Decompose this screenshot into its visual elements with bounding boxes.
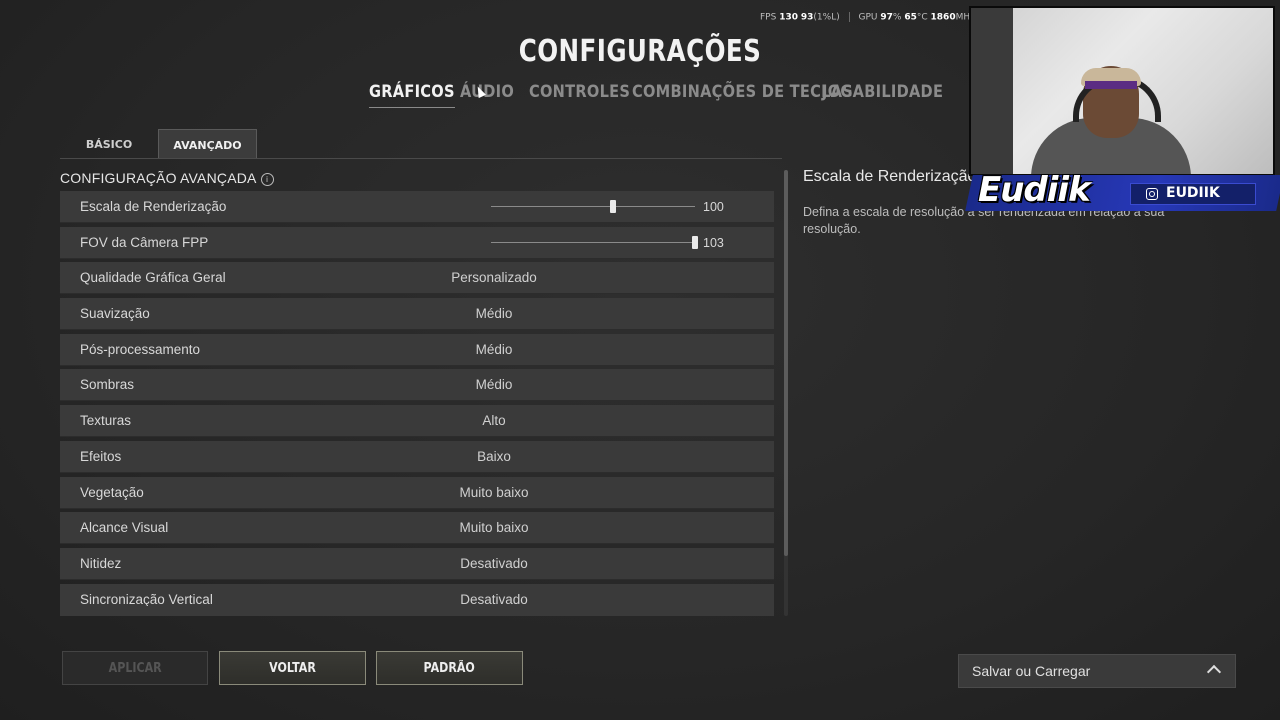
apply-button[interactable]: APLICAR [62, 651, 208, 685]
default-button[interactable]: PADRÃO [376, 651, 523, 685]
slider-thumb[interactable] [692, 235, 698, 249]
setting-label: Pós-processamento [80, 341, 201, 357]
fov-slider[interactable] [491, 235, 698, 249]
fps-label: FPS [760, 12, 777, 23]
fps-low-label: (1%L) [813, 12, 840, 23]
setting-row-overall-quality[interactable]: Qualidade Gráfica Geral Personalizado [60, 262, 774, 295]
scrollbar-thumb[interactable] [784, 170, 788, 556]
setting-value[interactable]: Personalizado [394, 262, 594, 293]
setting-label: Alcance Visual [80, 520, 169, 536]
setting-label: Texturas [80, 413, 132, 429]
setting-value[interactable]: Desativado [394, 548, 594, 579]
setting-value[interactable]: Médio [394, 369, 594, 400]
setting-row-partial [60, 606, 774, 616]
setting-value[interactable]: Alto [394, 405, 594, 436]
subtab-advanced[interactable]: AVANÇADO [158, 129, 257, 159]
gpu-usage: 97 [880, 12, 893, 23]
setting-label: Nitidez [80, 555, 122, 571]
setting-row-shadows[interactable]: Sombras Médio [60, 369, 774, 402]
performance-overlay: FPS 130 93(1%L) GPU 97% 65°C 1860MHz [760, 12, 975, 23]
tab-gameplay[interactable]: JOGABILIDADE [822, 82, 943, 102]
save-load-label: Salvar ou Carregar [972, 663, 1091, 679]
setting-value: 100 [703, 200, 724, 214]
description-title: Escala de Renderização [803, 168, 977, 185]
setting-label: Suavização [80, 306, 150, 322]
chevron-up-icon [1206, 664, 1222, 680]
fps-low-value: 93 [800, 12, 814, 23]
section-title: CONFIGURAÇÃO AVANÇADA i [60, 170, 274, 186]
setting-value[interactable]: Baixo [394, 441, 594, 472]
gpu-usage-unit: % [892, 12, 902, 23]
setting-row-sharpness[interactable]: Nitidez Desativado [60, 547, 774, 580]
tab-controls[interactable]: CONTROLES [529, 82, 630, 102]
gpu-label: GPU [858, 12, 878, 23]
perf-divider [848, 12, 850, 22]
setting-row-view-distance[interactable]: Alcance Visual Muito baixo [60, 512, 774, 545]
back-button[interactable]: VOLTAR [219, 651, 366, 685]
setting-label: Vegetação [80, 484, 144, 500]
slider-thumb[interactable] [610, 200, 617, 213]
setting-row-effects[interactable]: Efeitos Baixo [60, 440, 774, 473]
setting-row-foliage[interactable]: Vegetação Muito baixo [60, 476, 774, 509]
setting-value[interactable]: Muito baixo [394, 512, 594, 543]
settings-list: Escala de Renderização 100 FOV da Câmera… [60, 191, 774, 619]
tab-keybindings[interactable]: COMBINAÇÕES DE TECLAS [632, 82, 853, 102]
save-load-dropdown[interactable]: Salvar ou Carregar [958, 654, 1236, 688]
section-title-label: CONFIGURAÇÃO AVANÇADA [60, 170, 257, 186]
gpu-temp-unit: °C [916, 12, 928, 23]
social-handle: EUDIIK [1166, 185, 1220, 201]
setting-row-fov[interactable]: FOV da Câmera FPP 103 [60, 226, 774, 259]
setting-row-antialiasing[interactable]: Suavização Médio [60, 298, 774, 331]
fps-value: 130 [779, 12, 798, 23]
subtab-divider [60, 158, 782, 159]
webcam-wall [971, 8, 1013, 174]
setting-row-render-scale[interactable]: Escala de Renderização 100 [60, 191, 774, 223]
apply-button-label: APLICAR [108, 661, 162, 676]
brand-logo: Eudiik [978, 170, 1091, 210]
setting-value: 103 [703, 235, 724, 250]
setting-label: FOV da Câmera FPP [80, 234, 209, 250]
gpu-temp: 65 [904, 12, 917, 23]
setting-value[interactable]: Médio [394, 334, 594, 365]
info-icon[interactable]: i [260, 173, 274, 186]
setting-value[interactable]: Muito baixo [394, 477, 594, 508]
headband-stripe [1085, 81, 1137, 89]
instagram-icon [1146, 188, 1158, 200]
webcam-feed [969, 6, 1275, 176]
subtab-basic[interactable]: BÁSICO [60, 129, 158, 158]
setting-label: Efeitos [80, 448, 122, 464]
back-button-label: VOLTAR [269, 661, 316, 676]
setting-label: Sombras [80, 377, 135, 393]
tab-graphics[interactable]: GRÁFICOS [369, 82, 455, 108]
setting-row-textures[interactable]: Texturas Alto [60, 405, 774, 438]
default-button-label: PADRÃO [423, 661, 476, 676]
setting-row-post-processing[interactable]: Pós-processamento Médio [60, 333, 774, 366]
setting-label: Escala de Renderização [80, 199, 227, 214]
tab-audio[interactable]: ÁUDIO [460, 82, 514, 102]
gpu-clock: 1860 [930, 12, 956, 23]
setting-label: Qualidade Gráfica Geral [80, 270, 226, 286]
setting-value[interactable]: Médio [394, 298, 594, 329]
render-scale-slider[interactable] [491, 200, 695, 213]
